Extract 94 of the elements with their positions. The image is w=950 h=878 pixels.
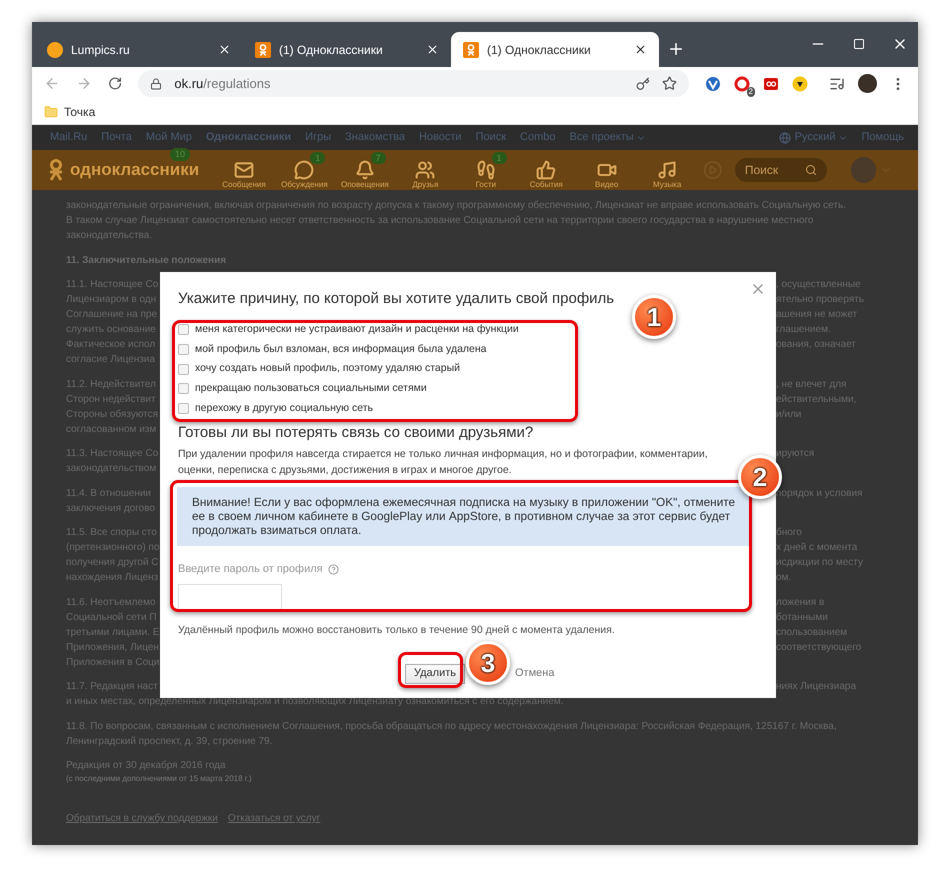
reason-option[interactable]: перехожу в другую социальную сеть <box>178 398 373 418</box>
browser-tab[interactable]: (1) Одноклассники <box>451 32 659 67</box>
restore-note: Удалённый профиль можно восстановить только в течение 90 дней с момента удаления. <box>178 622 615 638</box>
checkbox[interactable] <box>178 324 189 336</box>
bookmark-label: Точка <box>64 104 96 121</box>
speech-bubble-icon <box>294 160 314 180</box>
tab-title: (1) Одноклассники <box>487 42 592 58</box>
nav-link[interactable]: Знакомства <box>345 129 405 146</box>
header-nav-label: Сообщения <box>222 180 266 190</box>
close-icon[interactable] <box>218 43 231 56</box>
nav-link[interactable]: Combo <box>520 129 556 146</box>
language-selector[interactable]: Русский <box>794 129 848 146</box>
delete-button[interactable]: Удалить <box>405 664 465 684</box>
header-nav-item[interactable]: Сообщения <box>214 150 274 190</box>
footprints-icon <box>476 160 496 180</box>
nav-link[interactable]: Мой Мир <box>146 129 192 146</box>
extension-icon[interactable] <box>762 76 779 92</box>
search-placeholder: Поиск <box>744 162 780 179</box>
reason-label: хочу создать новый профиль, поэтому удаляю старый <box>195 361 460 376</box>
nav-link[interactable]: Поиск <box>476 129 506 146</box>
tab-title: (1) Одноклассники <box>279 42 384 58</box>
key-icon[interactable] <box>636 76 650 90</box>
nav-link[interactable]: Все проекты <box>570 129 646 146</box>
globe-icon <box>778 132 791 144</box>
star-icon[interactable] <box>662 76 677 91</box>
nav-link[interactable]: Mail.Ru <box>50 129 88 146</box>
reason-option[interactable]: хочу создать новый профиль, поэтому удаляю старый <box>178 359 460 380</box>
extension-badge: 2 <box>746 86 755 96</box>
ok-logo-icon <box>255 42 271 58</box>
password-field[interactable] <box>178 584 282 610</box>
bookmark[interactable]: Точка <box>44 103 96 121</box>
header-nav-item[interactable]: Друзья <box>395 150 456 190</box>
url-path: /regulations <box>203 74 271 93</box>
browser-tab[interactable]: (1) Одноклассники <box>243 32 451 67</box>
music-note-icon <box>657 160 678 180</box>
maximize-icon[interactable] <box>853 38 865 50</box>
header-nav-label: Оповещения <box>340 180 389 190</box>
reload-icon[interactable] <box>108 76 122 91</box>
header-nav-label: События <box>530 180 563 190</box>
reason-label: меня категорически не устраивают дизайн и расценки на функции <box>195 322 519 337</box>
bell-icon <box>354 160 375 180</box>
cancel-link[interactable]: Отмена <box>515 665 554 682</box>
envelope-icon <box>234 160 254 180</box>
search-field[interactable]: Поиск <box>734 158 827 182</box>
checkbox[interactable] <box>178 383 189 394</box>
header-nav-item[interactable]: Видео <box>576 150 637 190</box>
tab-title: Lumpics.ru <box>71 42 131 58</box>
header-nav-label: Видео <box>594 180 618 190</box>
reason-option[interactable]: прекращаю пользоваться социальными сетями <box>178 379 427 399</box>
ok-logo-icon[interactable] <box>48 158 64 182</box>
search-icon <box>805 164 817 176</box>
media-list-icon[interactable] <box>828 76 845 92</box>
field-label: Введите пароль от профиля <box>178 562 323 578</box>
edition-note: (с последними дополнениями от 15 марта 2018 г.) <box>66 773 252 785</box>
header-nav-label: Гости <box>476 180 496 190</box>
header-nav-item[interactable]: Музыка <box>636 150 698 190</box>
close-icon[interactable] <box>426 43 439 56</box>
lock-icon <box>150 78 162 90</box>
round-logo-icon <box>47 42 63 58</box>
highlight-frame <box>398 652 463 688</box>
thumbs-up-icon <box>536 160 556 180</box>
avatar[interactable] <box>858 74 877 93</box>
nav-link[interactable]: Новости <box>418 129 462 146</box>
browser-tab[interactable]: Lumpics.ru <box>35 32 243 67</box>
extension-icon[interactable] <box>704 76 721 92</box>
folder-icon <box>44 105 58 119</box>
header-nav-label: Музыка <box>652 180 682 190</box>
section-heading: Готовы ли вы потерять связь со своими друзьями? <box>178 423 534 444</box>
nav-link[interactable]: Почта <box>101 129 132 146</box>
shield-icon[interactable] <box>792 76 808 92</box>
address-bar[interactable]: ok.ru/regulations <box>138 70 689 97</box>
nav-link[interactable]: Игры <box>305 129 332 146</box>
dialog-title: Укажите причину, по которой вы хотите удалить свой профиль <box>178 289 614 309</box>
header-nav-item[interactable]: События <box>516 150 576 190</box>
reason-option[interactable]: мой профиль был взломан, вся информация была удалена <box>178 340 487 360</box>
warning-text: При удалении профиля навсегда стирается не только личная информация, но и фотографии, комментарии, оценки, переписка с друзьями, достижения в играх и многое другое. <box>178 447 709 478</box>
checkbox[interactable] <box>178 403 189 414</box>
help-link[interactable]: Помощь <box>862 129 904 146</box>
help-icon[interactable] <box>328 564 339 576</box>
reason-option[interactable]: меня категорически не устраивают дизайн и расценки на функции <box>178 320 519 340</box>
people-icon <box>415 160 436 180</box>
extension-icon[interactable] <box>734 76 750 92</box>
checkbox[interactable] <box>178 344 189 356</box>
header-nav-label: Друзья <box>412 180 438 190</box>
reason-label: мой профиль был взломан, вся информация была удалена <box>195 342 487 357</box>
url-host: ok.ru <box>174 74 204 93</box>
notice-box: Внимание! Если у вас оформлена ежемесячная подписка на музыку в приложении "OK", отмените ее в своем личном кабинете в GooglePlay или AppStore, в противном случае за этот сервис будет продолжать взиматься оплата. <box>177 487 751 546</box>
close-icon[interactable] <box>634 43 647 56</box>
reason-label: перехожу в другую социальную сеть <box>195 400 373 416</box>
header-nav-label: Обсуждения <box>281 180 328 190</box>
new-tab-icon[interactable] <box>667 40 685 58</box>
checkbox[interactable] <box>178 364 189 375</box>
reason-label: прекращаю пользоваться социальными сетями <box>195 381 427 396</box>
ok-logo-icon <box>463 42 479 58</box>
